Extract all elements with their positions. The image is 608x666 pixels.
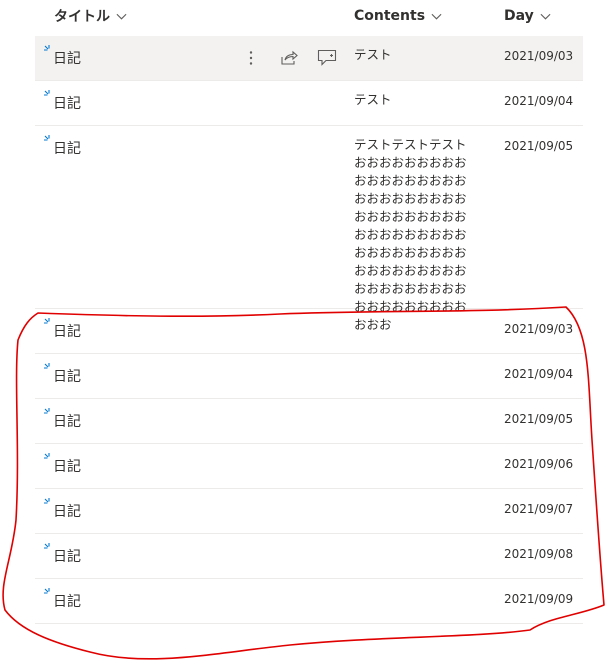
row-title[interactable]: 日記 bbox=[53, 546, 81, 566]
row-day: 2021/09/07 bbox=[504, 502, 574, 516]
column-header-title-label: タイトル bbox=[54, 9, 110, 25]
column-header-title[interactable]: タイトル bbox=[54, 0, 127, 32]
table-row[interactable]: 日記 2021/09/08 bbox=[35, 534, 583, 579]
table-row[interactable]: 日記 2021/09/05 bbox=[35, 399, 583, 444]
list-header: タイトル Contents Day bbox=[0, 0, 608, 32]
row-day: 2021/09/04 bbox=[504, 367, 574, 381]
list-rows: 日記 テスト 2021/09/03 日記 テスト 2021/09/04 日記 テ… bbox=[35, 36, 583, 624]
more-options-button[interactable] bbox=[240, 47, 262, 69]
row-title[interactable]: 日記 bbox=[53, 411, 81, 431]
column-header-day-label: Day bbox=[504, 8, 534, 24]
column-header-contents-label: Contents bbox=[354, 8, 426, 24]
row-day: 2021/09/04 bbox=[504, 94, 574, 108]
table-row[interactable]: 日記 2021/09/04 bbox=[35, 354, 583, 399]
row-title[interactable]: 日記 bbox=[53, 138, 81, 158]
column-header-day[interactable]: Day bbox=[504, 0, 551, 32]
table-row[interactable]: 日記 2021/09/07 bbox=[35, 489, 583, 534]
row-day: 2021/09/09 bbox=[504, 592, 574, 606]
row-contents: テストテストテストおおおおおおおおおおおおおおおおおおおおおおおおおおおおおおお… bbox=[354, 137, 467, 332]
table-row[interactable]: 日記 2021/09/09 bbox=[35, 579, 583, 624]
row-title[interactable]: 日記 bbox=[53, 321, 81, 341]
row-title[interactable]: 日記 bbox=[53, 591, 81, 611]
row-contents: テスト bbox=[354, 92, 392, 107]
row-actions bbox=[240, 47, 338, 69]
row-day: 2021/09/03 bbox=[504, 49, 574, 63]
share-button[interactable] bbox=[278, 47, 300, 69]
chevron-down-icon bbox=[116, 13, 127, 20]
row-title[interactable]: 日記 bbox=[53, 48, 81, 68]
row-title[interactable]: 日記 bbox=[53, 456, 81, 476]
row-day: 2021/09/08 bbox=[504, 547, 574, 561]
comment-icon bbox=[317, 49, 337, 66]
table-row[interactable]: 日記 テスト 2021/09/03 bbox=[35, 36, 583, 81]
chevron-down-icon bbox=[540, 13, 551, 20]
comment-button[interactable] bbox=[316, 47, 338, 69]
row-day: 2021/09/05 bbox=[504, 139, 574, 153]
share-icon bbox=[281, 50, 298, 65]
table-row[interactable]: 日記 テスト 2021/09/04 bbox=[35, 81, 583, 126]
table-row[interactable]: 日記 テストテストテストおおおおおおおおおおおおおおおおおおおおおおおおおおおお… bbox=[35, 126, 583, 332]
column-header-contents[interactable]: Contents bbox=[354, 0, 442, 32]
row-contents: テスト bbox=[354, 47, 392, 62]
row-title[interactable]: 日記 bbox=[53, 93, 81, 113]
table-row[interactable]: 日記 2021/09/06 bbox=[35, 444, 583, 489]
row-day: 2021/09/06 bbox=[504, 457, 574, 471]
chevron-down-icon bbox=[431, 13, 442, 20]
row-day: 2021/09/05 bbox=[504, 412, 574, 426]
table-row[interactable]: 日記 2021/09/03 bbox=[35, 309, 583, 354]
more-options-icon bbox=[249, 51, 253, 65]
row-day: 2021/09/03 bbox=[504, 322, 574, 336]
row-title[interactable]: 日記 bbox=[53, 366, 81, 386]
row-title[interactable]: 日記 bbox=[53, 501, 81, 521]
